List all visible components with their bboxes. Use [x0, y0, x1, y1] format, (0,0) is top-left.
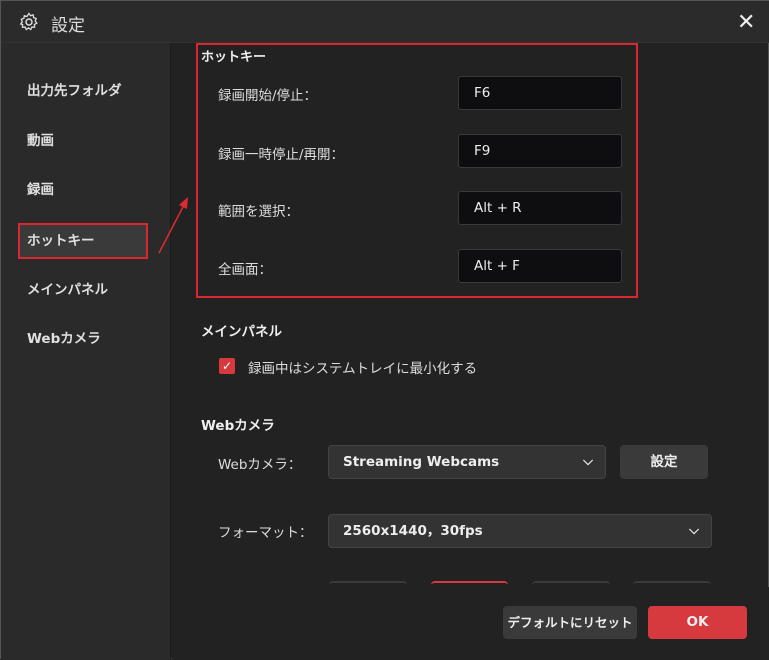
webcam-settings-button[interactable]: 設定 [620, 445, 708, 479]
chevron-down-icon: ⌵ [583, 454, 593, 469]
sidebar-item-hotkeys[interactable]: ホットキー [18, 223, 148, 259]
gear-icon [19, 12, 38, 31]
hotkey-label: 全画面： [218, 262, 272, 278]
sidebar: 出力先フォルダ 動画 録画 ホットキー メインパネル Webカメラ [1, 43, 171, 660]
reset-defaults-button[interactable]: デフォルトにリセット [503, 606, 637, 639]
main-panel-heading: メインパネル [201, 324, 282, 340]
close-icon[interactable]: ✕ [737, 10, 755, 35]
sidebar-item-recording[interactable]: 録画 [18, 172, 148, 208]
hotkey-label: 録画開始/停止： [218, 88, 318, 104]
minimize-to-tray-label: 録画中はシステムトレイに最小化する [248, 361, 478, 377]
minimize-to-tray-checkbox[interactable]: ✓ [219, 358, 235, 374]
sidebar-item-video[interactable]: 動画 [18, 123, 148, 159]
format-select-value: 2560x1440，30fps [343, 523, 483, 539]
webcam-select-value: Streaming Webcams [343, 454, 500, 470]
hotkey-label: 範囲を選択： [218, 204, 299, 220]
webcam-label: Webカメラ： [218, 457, 302, 473]
hotkeys-heading: ホットキー [201, 50, 267, 65]
sidebar-item-webcam[interactable]: Webカメラ [18, 321, 148, 357]
hotkey-select-region-input[interactable]: Alt + R [458, 191, 622, 225]
hotkey-label: 録画一時停止/再開： [218, 147, 345, 163]
webcam-heading: Webカメラ [201, 418, 275, 434]
hotkey-pause-resume-input[interactable]: F9 [458, 134, 622, 168]
title-bar: 設定 ✕ [1, 1, 769, 43]
webcam-select[interactable]: Streaming Webcams ⌵ [328, 445, 606, 479]
format-label: フォーマット： [218, 525, 313, 541]
chevron-down-icon: ⌵ [689, 523, 699, 538]
hotkey-start-stop-input[interactable]: F6 [458, 76, 622, 110]
ok-button[interactable]: OK [648, 606, 747, 639]
format-select[interactable]: 2560x1440，30fps ⌵ [328, 514, 712, 548]
sidebar-item-output-folder[interactable]: 出力先フォルダ [18, 73, 148, 109]
window-title: 設定 [51, 16, 85, 36]
sidebar-item-main-panel[interactable]: メインパネル [18, 272, 148, 308]
hotkey-fullscreen-input[interactable]: Alt + F [458, 249, 622, 283]
annotation-arrow [158, 197, 188, 254]
